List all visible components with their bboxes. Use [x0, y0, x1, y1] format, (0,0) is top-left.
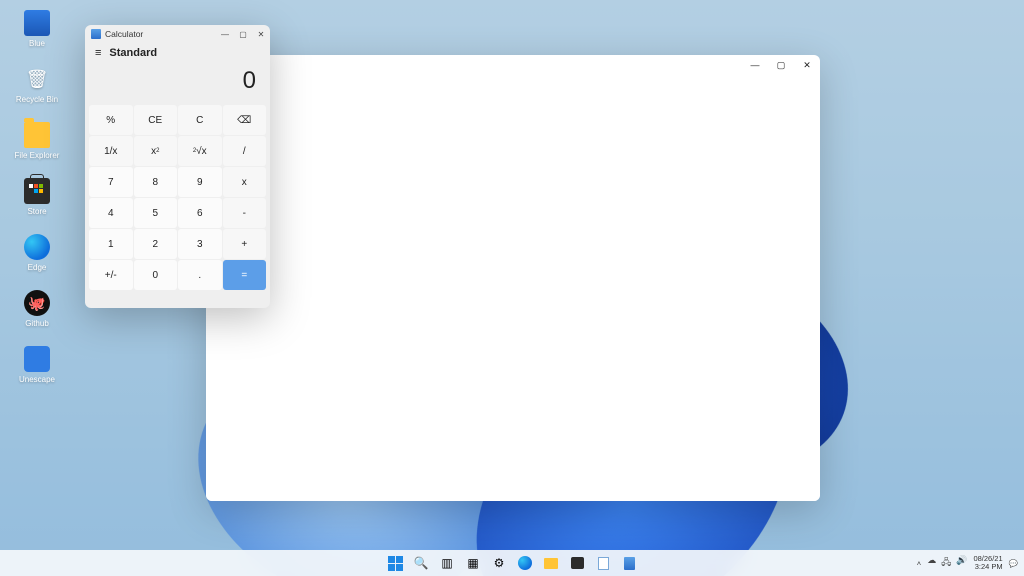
start-button[interactable] [385, 553, 405, 573]
desktop-icon-label: Recycle Bin [6, 95, 68, 104]
calc-key-neg[interactable]: +/- [89, 260, 133, 290]
calculator-close-button[interactable]: ✕ [252, 25, 270, 43]
settings-icon[interactable]: ⚙ [489, 553, 509, 573]
taskbar-center: 🔍 ▥ ▦ ⚙ [385, 553, 639, 573]
calculator-keypad: %CEC⌫ 1/xx22√x/ 789x 456- 123+ +/-0.= [85, 105, 270, 308]
search-icon[interactable]: 🔍 [411, 553, 431, 573]
calc-key-mul[interactable]: x [223, 167, 267, 197]
bag-icon [24, 178, 50, 204]
calc-key-eq[interactable]: = [223, 260, 267, 290]
edge-icon[interactable] [515, 553, 535, 573]
calc-key-ce[interactable]: CE [134, 105, 178, 135]
desktop-icon-label: Blue [6, 39, 68, 48]
notepad-minimize-button[interactable]: — [742, 55, 768, 75]
calculator-app-icon [91, 29, 101, 39]
desktop-icon-folder[interactable]: File Explorer [6, 122, 68, 160]
une-icon [24, 346, 50, 372]
calculator-display: 0 [85, 61, 270, 105]
desktop-icon-label: Github [6, 319, 68, 328]
notepad-menubar: ViewHelp [206, 65, 820, 85]
calc-key-pct[interactable]: % [89, 105, 133, 135]
calc-key-c[interactable]: C [178, 105, 222, 135]
taskbar-clock[interactable]: 08/26/21 3:24 PM [973, 555, 1002, 572]
desktop-icon-gh[interactable]: 🐙 Github [6, 290, 68, 328]
notepad-close-button[interactable]: ✕ [794, 55, 820, 75]
widgets-icon[interactable]: ▦ [463, 553, 483, 573]
notepad-text-area[interactable] [206, 85, 820, 501]
notifications-icon[interactable]: 💬 [1009, 559, 1018, 568]
calc-key-6[interactable]: 6 [178, 198, 222, 228]
desktop-icon-label: Store [6, 207, 68, 216]
calc-key-0[interactable]: 0 [134, 260, 178, 290]
calc-key-9[interactable]: 9 [178, 167, 222, 197]
tray-chevron-icon[interactable]: ˄ [917, 559, 921, 568]
calc-key-1[interactable]: 1 [89, 229, 133, 259]
calc-key-3[interactable]: 3 [178, 229, 222, 259]
calc-key-back[interactable]: ⌫ [223, 105, 267, 135]
desktop-icon-label: File Explorer [6, 151, 68, 160]
calc-key-div[interactable]: / [223, 136, 267, 166]
calc-key-inv[interactable]: 1/x [89, 136, 133, 166]
calc-key-7[interactable]: 7 [89, 167, 133, 197]
desktop-icon-label: Unescape [6, 375, 68, 384]
desktop-icon-une[interactable]: Unescape [6, 346, 68, 384]
calculator-window[interactable]: Calculator — ▢ ✕ ≡ Standard 0 %CEC⌫1/xx2… [85, 25, 270, 308]
notepad-maximize-button[interactable]: ▢ [768, 55, 794, 75]
calculator-minimize-button[interactable]: — [216, 25, 234, 43]
store-icon[interactable] [567, 553, 587, 573]
calc-key-add[interactable]: + [223, 229, 267, 259]
system-tray: ˄ ☁ 🖧 🔊 08/26/21 3:24 PM 💬 [917, 555, 1018, 572]
edge-icon [24, 234, 50, 260]
desktop-icon-bag[interactable]: Store [6, 178, 68, 216]
hamburger-icon[interactable]: ≡ [95, 47, 101, 59]
calculator-title: Calculator [105, 29, 143, 39]
volume-icon[interactable]: 🔊 [956, 555, 967, 571]
taskbar: 🔍 ▥ ▦ ⚙ ˄ ☁ 🖧 🔊 08/26/21 3:24 PM 💬 [0, 550, 1024, 576]
calculator-mode-label: Standard [109, 47, 157, 59]
calc-key-sqrt[interactable]: 2√x [178, 136, 222, 166]
desktop-icons: Blue 🗑 Recycle Bin File Explorer Store Edge 🐙 G… [6, 10, 76, 402]
calculator-maximize-button[interactable]: ▢ [234, 25, 252, 43]
calc-key-5[interactable]: 5 [134, 198, 178, 228]
gh-icon: 🐙 [24, 290, 50, 316]
desktop-icon-label: Edge [6, 263, 68, 272]
notepad-window[interactable]: — ▢ ✕ ViewHelp [206, 55, 820, 501]
desktop-icon-bin[interactable]: 🗑 Recycle Bin [6, 66, 68, 104]
calc-key-4[interactable]: 4 [89, 198, 133, 228]
onedrive-icon[interactable]: ☁ [927, 555, 936, 571]
calc-key-sub[interactable]: - [223, 198, 267, 228]
calculator-titlebar[interactable]: Calculator — ▢ ✕ [85, 25, 270, 43]
network-icon[interactable]: 🖧 [941, 555, 951, 571]
calc-key-sq[interactable]: x2 [134, 136, 178, 166]
calc-key-8[interactable]: 8 [134, 167, 178, 197]
task-view-icon[interactable]: ▥ [437, 553, 457, 573]
pc-icon [24, 10, 50, 36]
notepad-taskbar-icon[interactable] [593, 553, 613, 573]
file-explorer-icon[interactable] [541, 553, 561, 573]
folder-icon [24, 122, 50, 148]
calculator-taskbar-icon[interactable] [619, 553, 639, 573]
bin-icon: 🗑 [24, 66, 50, 92]
calc-key-2[interactable]: 2 [134, 229, 178, 259]
desktop-icon-edge[interactable]: Edge [6, 234, 68, 272]
calc-key-dot[interactable]: . [178, 260, 222, 290]
desktop-icon-pc[interactable]: Blue [6, 10, 68, 48]
notepad-window-controls: — ▢ ✕ [742, 55, 820, 75]
